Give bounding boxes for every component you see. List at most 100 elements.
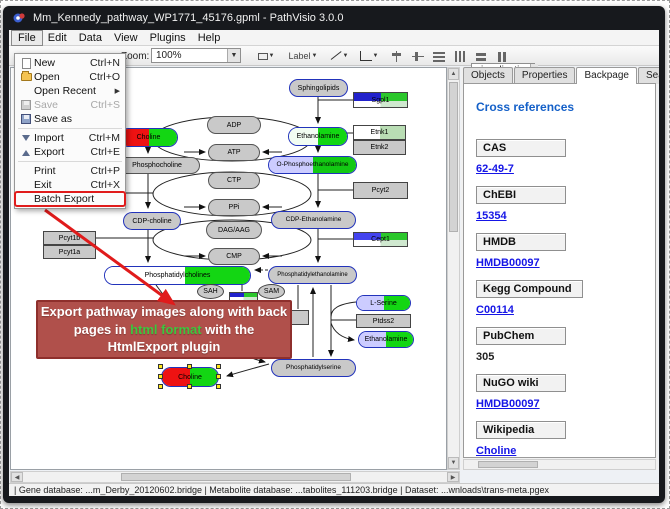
xref-link-62-49-7[interactable]: 62-49-7	[476, 163, 514, 175]
file-menu-item-save[interactable]: SaveCtrl+S	[15, 98, 125, 112]
file-menu-item-exit[interactable]: Exit Ctrl+X	[15, 178, 125, 192]
tab-properties[interactable]: Properties	[514, 67, 576, 84]
node-phosphatidylethanolamine[interactable]: Phosphatidylethanolamine	[268, 266, 357, 284]
menu-edit[interactable]: Edit	[42, 31, 73, 45]
node-cmp[interactable]: CMP	[208, 248, 260, 265]
node-label: Pcyt1a	[59, 249, 80, 256]
node-label: Etnk1	[371, 129, 389, 136]
selection-handle[interactable]	[216, 364, 221, 369]
file-menu-item-import[interactable]: ImportCtrl+M	[15, 131, 125, 145]
xref-link-hmdb00097[interactable]: HMDB00097	[476, 398, 540, 410]
node-sah[interactable]: SAH	[197, 284, 224, 299]
label-tool-button[interactable]: Label▼	[283, 48, 323, 64]
tab-search[interactable]: Search	[638, 67, 659, 84]
selection-handle[interactable]	[158, 384, 163, 389]
screenshot-stage: Mm_Kennedy_pathway_WP1771_45176.gpml - P…	[0, 0, 670, 509]
distribute-horizontal-button[interactable]	[433, 51, 445, 62]
node-label: SAM	[264, 288, 279, 295]
chevron-down-icon[interactable]: ▼	[227, 49, 240, 62]
datanode-tool-button[interactable]: ▼	[252, 48, 280, 64]
node-pcyt2[interactable]: Pcyt2	[353, 182, 408, 199]
scroll-down-icon[interactable]: ▼	[448, 457, 459, 469]
node-cdp-choline[interactable]: CDP-choline	[123, 212, 181, 230]
node-adp[interactable]: ADP	[207, 116, 261, 134]
node-label: CMP	[226, 253, 242, 260]
xref-section-wikipedia: WikipediaCholine	[476, 420, 655, 457]
node-label: CDP-choline	[132, 218, 171, 225]
menu-help[interactable]: Help	[192, 31, 227, 45]
connector-tool-button[interactable]: ▼	[355, 48, 383, 64]
stack-vertical-button[interactable]	[496, 51, 508, 62]
canvas-vertical-scrollbar[interactable]: ▲ ▼	[447, 67, 460, 470]
align-center-button[interactable]	[391, 51, 403, 62]
node-dag-aag[interactable]: DAG/AAG	[206, 221, 262, 239]
menu-file[interactable]: File	[12, 31, 42, 45]
node-cept1[interactable]: Cept1	[353, 232, 408, 247]
node-cdp-ethanolamine[interactable]: CDP-Ethanolamine	[271, 211, 356, 229]
selection-handle[interactable]	[216, 374, 221, 379]
node-phosphatidylcholines[interactable]: Phosphatidylcholines	[104, 266, 251, 285]
file-menu-item-batch-export[interactable]: Batch Export	[15, 192, 125, 206]
tab-backpage[interactable]: Backpage	[576, 67, 636, 84]
file-menu-item-save-as[interactable]: Save as	[15, 112, 125, 126]
selection-handle[interactable]	[216, 384, 221, 389]
node-sam[interactable]: SAM	[258, 284, 285, 299]
node-label: Phosphatidylcholines	[145, 272, 211, 279]
menu-item-label: Exit	[34, 179, 83, 191]
stack-horizontal-button[interactable]	[475, 51, 487, 62]
node-sgpl1[interactable]: Sgpl1	[353, 92, 408, 108]
scroll-up-icon[interactable]: ▲	[448, 68, 459, 80]
vertical-scroll-thumb[interactable]	[449, 82, 458, 232]
selection-handle[interactable]	[158, 364, 163, 369]
node-ptdss2[interactable]: Ptdss2	[356, 314, 411, 328]
node-atp[interactable]: ATP	[208, 144, 260, 161]
status-bar: | Gene database: ...m_Derby_20120602.bri…	[9, 483, 659, 496]
menu-bar: FileEditDataViewPluginsHelp	[9, 30, 659, 46]
distribute-vertical-button[interactable]	[454, 51, 466, 62]
menu-plugins[interactable]: Plugins	[144, 31, 192, 45]
node-o-phosphoethanolamine[interactable]: O-Phosphoethanolamine	[268, 156, 357, 174]
file-menu-item-print[interactable]: PrintCtrl+P	[15, 164, 125, 178]
datanode-icon	[258, 53, 268, 60]
selection-handle[interactable]	[187, 364, 192, 369]
node-ethanolamine[interactable]: Ethanolamine	[358, 331, 414, 348]
node-etnk2[interactable]: Etnk2	[353, 140, 406, 155]
node-pcyt1a[interactable]: Pcyt1a	[43, 245, 96, 259]
menu-item-shortcut: Ctrl+X	[91, 179, 120, 191]
file-menu-item-export[interactable]: ExportCtrl+E	[15, 145, 125, 159]
selection-handle[interactable]	[187, 384, 192, 389]
node-l-serine[interactable]: L-Serine	[356, 295, 411, 311]
node-sphingolipids[interactable]: Sphingolipids	[289, 79, 348, 97]
node-etnk1[interactable]: Etnk1	[353, 125, 406, 140]
selection-handle[interactable]	[158, 374, 163, 379]
node-pcyt1b[interactable]: Pcyt1b	[43, 231, 96, 245]
xref-link-c00114[interactable]: C00114	[476, 304, 514, 316]
xref-link-hmdb00097[interactable]: HMDB00097	[476, 257, 540, 269]
scroll-right-icon[interactable]: ▶	[447, 472, 459, 482]
menu-view[interactable]: View	[108, 31, 144, 45]
menu-data[interactable]: Data	[73, 31, 108, 45]
file-menu-item-open[interactable]: OpenCtrl+O	[15, 70, 125, 84]
node-ctp[interactable]: CTP	[208, 172, 260, 189]
node-phosphocholine[interactable]: Phosphocholine	[114, 157, 200, 174]
node-choline[interactable]: Choline	[119, 128, 178, 147]
xref-link-15354[interactable]: 15354	[476, 210, 507, 222]
annotation-green-text: html format	[130, 322, 202, 337]
file-menu-item-new[interactable]: NewCtrl+N	[15, 56, 125, 70]
line-tool-button[interactable]: ▼	[326, 48, 352, 64]
xref-link-choline[interactable]: Choline	[476, 445, 516, 457]
panel-horizontal-scrollbar[interactable]	[463, 459, 656, 470]
node-phosphatidylserine[interactable]: Phosphatidylserine	[271, 359, 356, 377]
horizontal-scroll-thumb[interactable]	[121, 473, 351, 481]
node-label: CTP	[227, 177, 241, 184]
node-ppi[interactable]: PPi	[208, 199, 260, 216]
tab-objects[interactable]: Objects	[463, 67, 513, 84]
canvas-horizontal-scrollbar[interactable]: ◀ ▶	[10, 471, 460, 483]
node-label: Choline	[178, 374, 202, 381]
zoom-combobox[interactable]: 100% ▼	[151, 48, 241, 63]
file-menu-item-open-recent[interactable]: Open Recent▶	[15, 84, 125, 98]
scroll-left-icon[interactable]: ◀	[11, 472, 23, 482]
align-middle-button[interactable]	[412, 51, 424, 62]
node-ethanolamine[interactable]: Ethanolamine	[288, 127, 348, 146]
panel-scroll-thumb[interactable]	[478, 461, 538, 468]
